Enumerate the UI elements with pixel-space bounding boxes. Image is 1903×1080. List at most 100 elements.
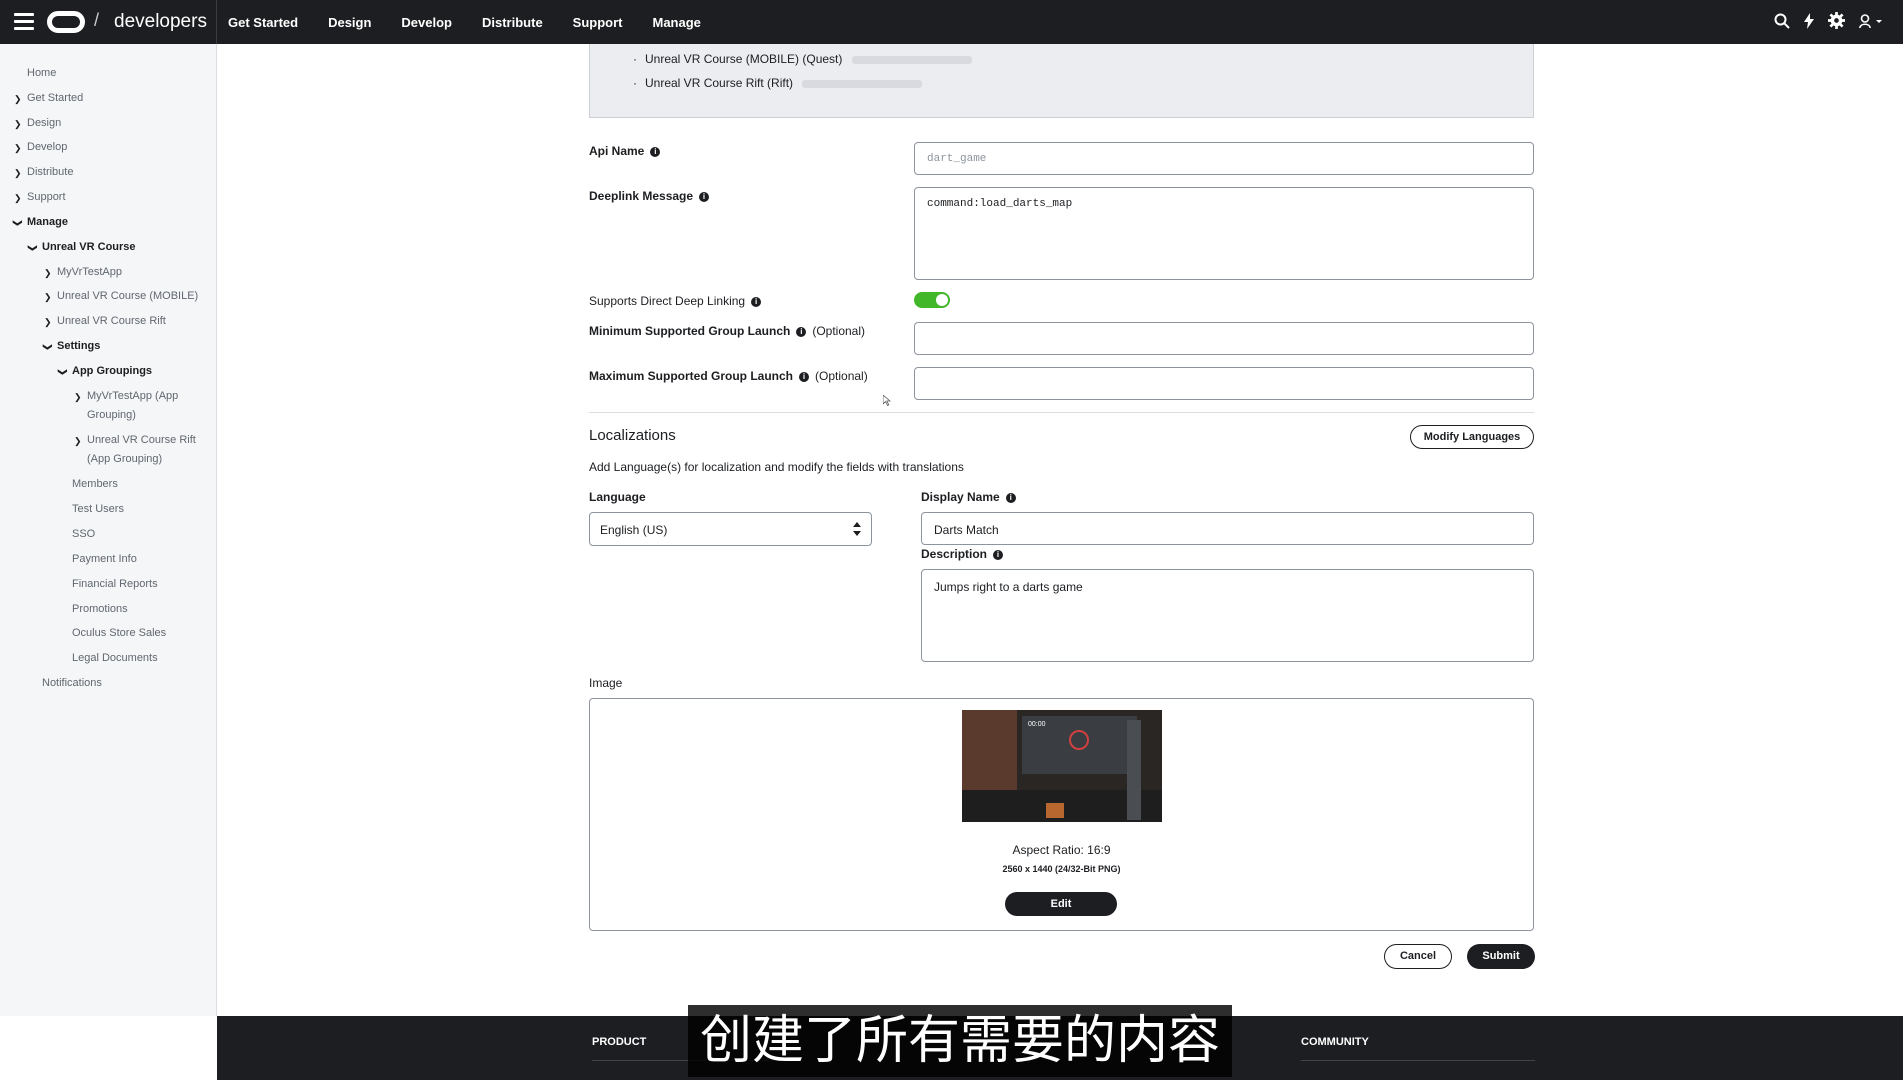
- chevron-right-icon: ❯: [14, 143, 22, 153]
- sidebar-item-label: Payment Info: [72, 553, 137, 565]
- preview-truss: [1127, 720, 1141, 820]
- nav-support[interactable]: Support: [573, 15, 623, 30]
- display-name-label-text: Display Name: [921, 490, 1000, 504]
- api-name-input[interactable]: dart_game: [914, 142, 1534, 175]
- image-label: Image: [589, 676, 623, 690]
- nav-get-started[interactable]: Get Started: [228, 15, 298, 30]
- sidebar-item-grouping-unreal-rift[interactable]: ❯ Unreal VR Course Rift: [74, 433, 196, 447]
- deeplink-message-textarea[interactable]: command:load_darts_map: [914, 187, 1534, 280]
- nav-distribute[interactable]: Distribute: [482, 15, 543, 30]
- app-bullet-mobile: · Unreal VR Course (MOBILE) (Quest): [633, 52, 972, 66]
- language-label: Language: [589, 490, 646, 504]
- sidebar-item-home[interactable]: Home: [27, 66, 56, 80]
- sidebar-item-legal-documents[interactable]: Legal Documents: [72, 651, 158, 665]
- mouse-cursor-icon: [882, 393, 892, 411]
- oculus-logo[interactable]: [47, 11, 85, 33]
- chevron-right-icon: ❯: [74, 436, 82, 446]
- chevron-down-icon: ❯: [12, 219, 23, 227]
- chevron-right-icon: ❯: [44, 292, 52, 302]
- sidebar-item-support[interactable]: ❯ Support: [14, 190, 66, 204]
- user-account-icon[interactable]: [1859, 13, 1883, 28]
- optional-tag: (Optional): [812, 324, 866, 338]
- modify-languages-button[interactable]: Modify Languages: [1410, 425, 1534, 449]
- chevron-right-icon: ❯: [44, 317, 52, 327]
- app-bullet-text: Unreal VR Course (MOBILE) (Quest): [645, 52, 843, 66]
- display-name-input[interactable]: Darts Match: [921, 512, 1534, 545]
- sidebar-item-develop[interactable]: ❯ Develop: [14, 140, 67, 154]
- info-icon[interactable]: i: [993, 549, 1004, 560]
- edit-image-button[interactable]: Edit: [1005, 892, 1117, 916]
- sidebar-item-test-users[interactable]: Test Users: [72, 502, 124, 516]
- brand-separator: /: [94, 10, 100, 30]
- submit-button[interactable]: Submit: [1467, 944, 1535, 969]
- cancel-button[interactable]: Cancel: [1384, 944, 1452, 969]
- sidebar-item-label: Get Started: [27, 92, 84, 104]
- sidebar-item-label: Members: [72, 478, 118, 490]
- image-preview-thumbnail[interactable]: 00:00: [962, 710, 1162, 822]
- max-group-launch-input[interactable]: [914, 367, 1534, 400]
- sidebar-item-oculus-store-sales[interactable]: Oculus Store Sales: [72, 626, 166, 640]
- direct-deep-linking-toggle[interactable]: [914, 292, 950, 308]
- preview-target: [1069, 730, 1089, 750]
- sidebar-item-financial-reports[interactable]: Financial Reports: [72, 577, 158, 591]
- info-icon[interactable]: i: [650, 146, 661, 157]
- info-icon[interactable]: i: [1005, 492, 1016, 503]
- sidebar-item-label: (App Grouping): [87, 453, 163, 465]
- sidebar: Home ❯ Get Started ❯ Design ❯ Develop ❯ Dist…: [0, 44, 217, 1016]
- sidebar-item-grouping-myvrtestapp[interactable]: ❯ MyVrTestApp (App: [74, 389, 179, 403]
- sidebar-item-label: Test Users: [72, 503, 124, 515]
- chevron-right-icon: ❯: [14, 94, 22, 104]
- lightning-icon[interactable]: [1804, 12, 1814, 29]
- info-icon[interactable]: i: [699, 191, 710, 202]
- preview-crate: [1046, 803, 1064, 818]
- language-select[interactable]: English (US): [589, 512, 872, 546]
- sidebar-item-grouping-unreal-rift-cont[interactable]: (App Grouping): [87, 452, 162, 466]
- section-divider: [589, 412, 1534, 413]
- sidebar-item-label: Unreal VR Course: [42, 241, 136, 253]
- sidebar-item-design[interactable]: ❯ Design: [14, 116, 62, 130]
- min-group-launch-input[interactable]: [914, 322, 1534, 355]
- sidebar-item-app-groupings[interactable]: ❯ App Groupings: [58, 364, 153, 378]
- sidebar-item-settings[interactable]: ❯ Settings: [43, 339, 101, 353]
- sidebar-item-grouping-myvrtestapp-cont[interactable]: Grouping): [87, 408, 136, 422]
- info-icon[interactable]: i: [799, 371, 810, 382]
- hamburger-menu-icon[interactable]: [14, 13, 34, 31]
- gear-icon[interactable]: [1828, 12, 1845, 29]
- brand-name[interactable]: developers: [114, 11, 207, 33]
- sidebar-item-distribute[interactable]: ❯ Distribute: [14, 165, 74, 179]
- sidebar-item-myvrtestapp[interactable]: ❯ MyVrTestApp: [44, 265, 123, 279]
- footer-community-heading: COMMUNITY: [1301, 1036, 1369, 1048]
- sidebar-item-unreal-rift[interactable]: ❯ Unreal VR Course Rift: [44, 314, 166, 328]
- sidebar-item-get-started[interactable]: ❯ Get Started: [14, 91, 84, 105]
- sidebar-item-unreal-mobile[interactable]: ❯ Unreal VR Course (MOBILE): [44, 289, 198, 303]
- sidebar-item-manage[interactable]: ❯ Manage: [13, 215, 68, 229]
- sidebar-item-payment-info[interactable]: Payment Info: [72, 552, 137, 566]
- language-selected-value: English (US): [600, 523, 668, 537]
- nav-manage[interactable]: Manage: [653, 15, 701, 30]
- sidebar-item-label: Design: [27, 117, 62, 129]
- nav-develop[interactable]: Develop: [401, 15, 452, 30]
- sidebar-item-promotions[interactable]: Promotions: [72, 602, 128, 616]
- description-label-text: Description: [921, 547, 988, 561]
- info-icon[interactable]: i: [751, 296, 762, 307]
- sidebar-item-label: Promotions: [72, 603, 128, 615]
- info-icon[interactable]: i: [796, 326, 807, 337]
- sidebar-item-label: Distribute: [27, 166, 74, 178]
- search-icon[interactable]: [1774, 13, 1790, 29]
- main-content: · Unreal VR Course (MOBILE) (Quest) · Unre…: [217, 44, 1903, 1016]
- chevron-right-icon: ❯: [14, 168, 22, 178]
- chevron-right-icon: ❯: [74, 392, 82, 402]
- sidebar-item-label: Legal Documents: [72, 652, 158, 664]
- nav-divider: [216, 0, 217, 44]
- sidebar-item-label: MyVrTestApp (App: [87, 390, 179, 402]
- sidebar-item-label: Unreal VR Course Rift: [57, 315, 166, 327]
- sidebar-item-unreal-vr-course[interactable]: ❯ Unreal VR Course: [28, 240, 136, 254]
- sidebar-item-members[interactable]: Members: [72, 477, 118, 491]
- nav-design[interactable]: Design: [328, 15, 371, 30]
- sidebar-item-notifications[interactable]: Notifications: [42, 676, 102, 690]
- sidebar-item-label: App Groupings: [72, 365, 153, 377]
- sidebar-item-label: MyVrTestApp: [57, 266, 123, 278]
- sidebar-item-label: Home: [27, 67, 57, 79]
- sidebar-item-sso[interactable]: SSO: [72, 527, 95, 541]
- description-textarea[interactable]: Jumps right to a darts game: [921, 569, 1534, 662]
